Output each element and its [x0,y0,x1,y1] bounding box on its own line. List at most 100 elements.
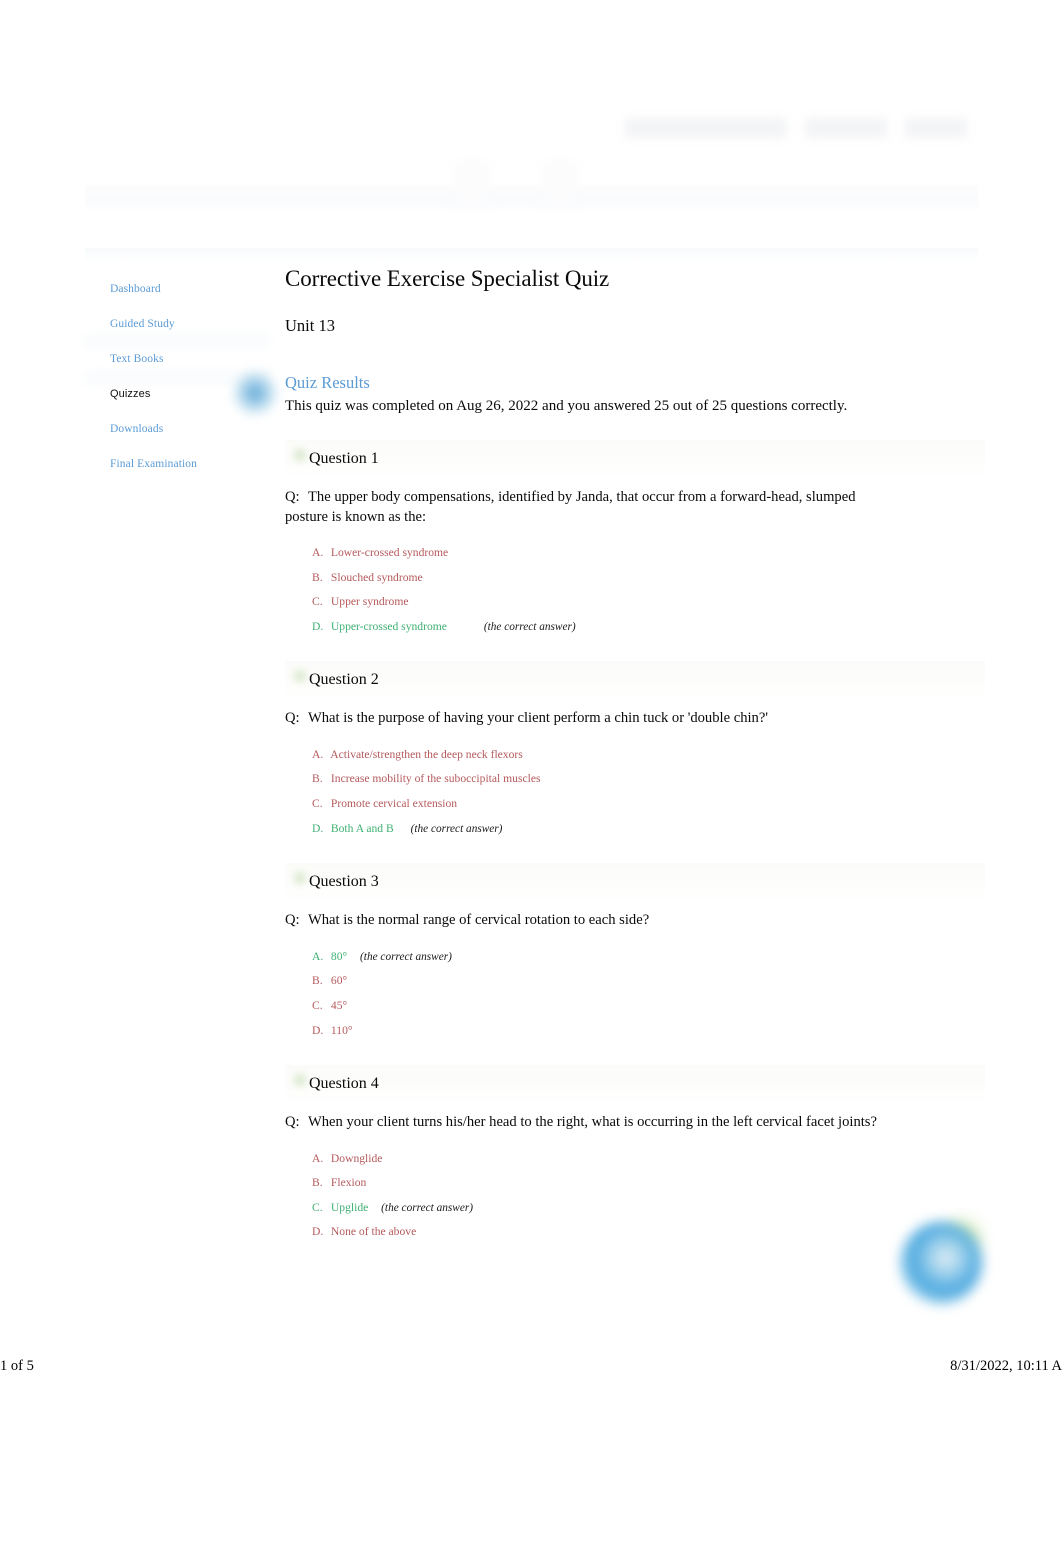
question-title: Question 3 [309,873,379,891]
answer-text: 60° [330,974,348,988]
answer-text: Flexion [330,1176,367,1190]
answer-letter: D. [312,1023,324,1037]
ghost-toolbar-label-1 [452,196,492,208]
correct-answer-note: (the correct answer) [483,620,576,633]
answer-list: A. Activate/strengthen the deep neck fle… [285,743,985,841]
question-header-band: Question 1 [285,440,985,480]
question-prefix-label: Q: [285,912,300,929]
answer-row-correct: A. 80° (the correct answer) [312,945,985,970]
answer-row: B. Slouched syndrome [312,566,985,591]
print-timestamp: 8/31/2022, 10:11 A [950,1358,1062,1374]
ghost-nav-item-2[interactable] [805,118,887,138]
question-prompt-text: What is the purpose of having your clien… [307,710,768,727]
correct-answer-note: (the correct answer) [360,950,452,963]
answer-text: 110° [330,1023,353,1037]
answer-row: D. 110° [312,1019,985,1044]
sidebar-item-dashboard[interactable]: Dashboard [85,272,275,307]
quiz-results-summary: This quiz was completed on Aug 26, 2022 … [285,398,848,414]
question-header-band: Question 4 [285,1065,985,1106]
page-indicator: 1 of 5 [0,1358,34,1374]
question-prompt: Q: The upper body compensations, identif… [285,488,885,527]
answer-row-correct: D. Both A and B (the correct answer) [312,817,985,842]
answer-row: C. Upper syndrome [312,590,985,615]
ghost-toolbar-icon-2[interactable] [543,160,577,196]
question-title: Question 4 [309,1075,379,1093]
answer-row-correct: C. Upglide (the correct answer) [312,1196,985,1221]
header-band-secondary [85,248,978,262]
answer-row: B. 60° [312,969,985,994]
answer-letter: B. [312,974,323,988]
question-prompt: Q: What is the purpose of having your cl… [285,709,885,729]
question-prompt-text: What is the normal range of cervical rot… [307,912,650,929]
answer-text: Both A and B [330,821,394,835]
question-header-band: Question 2 [285,661,985,702]
ghost-nav-item-1[interactable] [625,118,787,138]
answer-text: None of the above [330,1225,417,1239]
answer-letter: A. [312,546,324,559]
question-bullet-icon [291,1071,309,1090]
answer-text: 45° [330,998,348,1012]
sidebar-item-quizzes[interactable]: Quizzes [85,377,275,412]
answer-text: Lower-crossed syndrome [330,546,449,559]
sidebar-item-text-books[interactable]: Text Books [85,342,275,377]
answer-row-correct: D. Upper-crossed syndrome (the correct a… [312,615,985,640]
correct-answer-note: (the correct answer) [410,822,503,835]
header-band [85,185,978,213]
answer-letter: D. [312,619,324,633]
answer-text: Increase mobility of the suboccipital mu… [330,772,541,786]
ghost-nav-item-3[interactable] [905,118,967,138]
question-prefix-label: Q: [285,489,300,505]
answer-text: Downglide [330,1151,383,1165]
question-prefix-label: Q: [285,710,300,727]
answer-text: Upper syndrome [330,595,409,609]
answer-letter: C. [312,1200,323,1214]
ghost-toolbar-label-2 [538,196,578,208]
answer-row: C. Promote cervical extension [312,792,985,817]
sidebar-item-downloads[interactable]: Downloads [85,412,275,447]
answer-letter: D. [312,821,324,835]
answer-row: B. Flexion [312,1171,985,1196]
chat-support-button[interactable] [900,1222,982,1304]
answer-text: 80° [330,949,348,963]
question-bullet-icon [291,667,309,686]
answer-letter: A. [312,747,324,761]
question-block: Question 3 Q: What is the normal range o… [285,863,985,1043]
answer-letter: B. [312,570,323,584]
question-block: Question 2 Q: What is the purpose of hav… [285,661,985,841]
answer-text: Promote cervical extension [330,797,458,811]
question-prompt-text: When your client turns his/her head to t… [307,1114,877,1131]
question-bullet-icon [291,869,309,888]
answer-letter: C. [312,595,323,609]
unit-label: Unit 13 [285,316,335,335]
question-prompt: Q: What is the normal range of cervical … [285,911,885,931]
question-block: Question 1 Q: The upper body compensatio… [285,440,985,639]
answer-text: Upglide [330,1200,369,1214]
question-title: Question 1 [309,450,379,467]
answer-row: D. None of the above [312,1220,985,1245]
answer-list: A. Lower-crossed syndrome B. Slouched sy… [285,541,985,639]
answer-row: C. 45° [312,994,985,1019]
answer-row: A. Downglide [312,1147,985,1172]
answer-letter: A. [312,949,324,963]
question-prompt: Q: When your client turns his/her head t… [285,1113,885,1133]
answer-letter: D. [312,1225,324,1239]
answer-text: Activate/strengthen the deep neck flexor… [330,747,523,761]
question-prefix-label: Q: [285,1114,300,1131]
ghost-toolbar-icon-1[interactable] [455,160,489,196]
course-sidebar: Dashboard Guided Study Text Books Quizze… [85,272,275,482]
question-block: Question 4 Q: When your client turns his… [285,1065,985,1245]
question-title: Question 2 [309,671,379,689]
page-title: Corrective Exercise Specialist Quiz [285,266,610,291]
answer-row: A. Activate/strengthen the deep neck fle… [312,743,985,768]
sidebar-item-guided-study[interactable]: Guided Study [85,307,275,342]
answer-letter: A. [312,1151,324,1165]
answer-letter: B. [312,1176,323,1190]
sidebar-item-final-examination[interactable]: Final Examination [85,447,275,482]
answer-row: B. Increase mobility of the suboccipital… [312,767,985,792]
correct-answer-note: (the correct answer) [381,1201,473,1214]
answer-letter: C. [312,998,323,1012]
answer-letter: C. [312,797,323,811]
question-header-band: Question 3 [285,863,985,904]
answer-list: A. Downglide B. Flexion C. Upglide (the … [285,1147,985,1245]
answer-row: A. Lower-crossed syndrome [312,541,985,566]
